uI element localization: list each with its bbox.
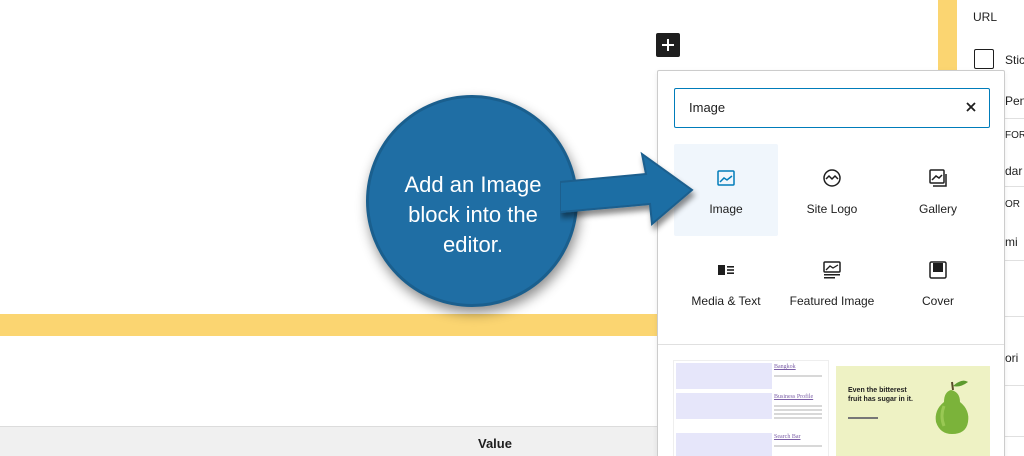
pattern-caption-line [848, 417, 878, 419]
sidebar-pending-label: Pen [1005, 94, 1024, 108]
pattern-image-placeholder [676, 393, 772, 419]
block-highlight-band [0, 314, 660, 336]
block-item-label: Gallery [918, 202, 957, 216]
pattern-link: Business Profile [774, 394, 814, 400]
sticky-checkbox[interactable] [974, 49, 994, 69]
block-inserter-popover: Image Site Logo Gallery [657, 70, 1005, 456]
block-item-label: Media & Text [691, 294, 761, 308]
block-item-cover[interactable]: Cover [886, 236, 990, 328]
sidebar-sticky-label: Stic [1005, 53, 1024, 67]
pattern-image-placeholder [676, 363, 772, 389]
block-item-gallery[interactable]: Gallery [886, 144, 990, 236]
sidebar-url-label: URL [973, 10, 998, 24]
clear-search-button[interactable] [963, 99, 979, 115]
block-item-featured-image[interactable]: Featured Image [780, 236, 884, 328]
block-item-label: Featured Image [789, 294, 875, 308]
callout-arrow-icon [560, 151, 694, 226]
site-logo-icon [820, 166, 844, 190]
pattern-text-line [774, 409, 822, 411]
block-item-media-text[interactable]: Media & Text [674, 236, 778, 328]
pear-illustration [935, 380, 969, 434]
block-item-site-logo[interactable]: Site Logo [780, 144, 884, 236]
sidebar-categories-label: ori [1005, 351, 1019, 365]
pattern-text-line [774, 405, 822, 407]
pattern-quote-text: Even the bitterest fruit has sugar in it… [848, 387, 913, 403]
block-item-label: Site Logo [806, 202, 858, 216]
cover-icon [926, 258, 950, 282]
block-search-field[interactable] [674, 88, 990, 128]
popover-divider [658, 344, 1004, 345]
block-item-label: Cover [921, 294, 954, 308]
block-item-label: Image [709, 202, 743, 216]
meta-boxes-bar: Value [0, 426, 660, 456]
pattern-preview[interactable]: Bangkok Business Profile Search Bar [674, 361, 828, 456]
pattern-image-placeholder [676, 433, 772, 456]
sidebar-or-label: OR [1005, 199, 1020, 210]
pattern-link: Search Bar [774, 434, 801, 440]
gallery-icon [926, 166, 950, 190]
sidebar-admin-label: mi [1005, 235, 1018, 249]
featured-image-icon [820, 258, 844, 282]
meta-value-label: Value [478, 436, 512, 451]
pattern-preview[interactable]: Even the bitterest fruit has sugar in it… [836, 366, 990, 456]
pattern-text-line [774, 445, 822, 447]
callout-text: Add an Image block into the editor. [404, 172, 542, 257]
pattern-link: Bangkok [774, 364, 796, 370]
sidebar-date-label: dar [1005, 164, 1023, 178]
block-inserter-toggle-button[interactable] [656, 33, 680, 57]
pattern-text-line [774, 375, 822, 377]
block-search-input[interactable] [689, 89, 949, 126]
plus-icon [662, 39, 674, 51]
close-icon [966, 102, 976, 112]
sidebar-for-label: FOR [1005, 130, 1024, 141]
pattern-text-line [774, 413, 822, 415]
media-text-icon [714, 258, 738, 282]
pattern-text-line [774, 417, 822, 419]
image-icon [714, 166, 738, 190]
